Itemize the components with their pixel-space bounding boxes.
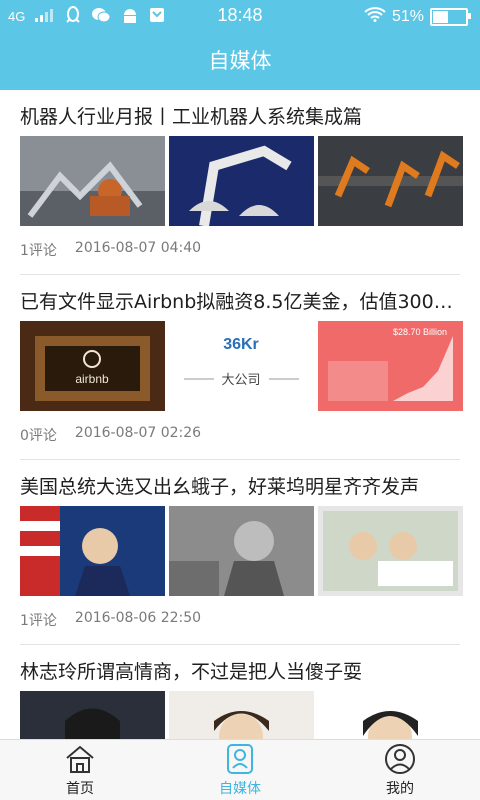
article-meta: 1评论 2016-08-07 04:40 [20, 240, 201, 260]
page-title: 自媒体 [0, 32, 480, 90]
bottom-tab-bar: 首页 自媒体 我的 [0, 739, 480, 800]
tab-profile[interactable]: 我的 [320, 740, 480, 800]
thumbnail-image[interactable] [169, 691, 314, 740]
thumbnail-image[interactable] [169, 136, 314, 226]
status-bar: 4G 18:48 51% [0, 0, 480, 32]
publish-time: 2016-08-06 22:50 [74, 610, 202, 626]
article-feed[interactable]: 机器人行业月报丨工业机器人系统集成篇 1评论 2016-08-07 04:40 … [0, 90, 480, 740]
article-title[interactable]: 林志玲所谓高情商，不过是把人当傻子耍 [20, 657, 460, 684]
tab-profile-label: 我的 [386, 781, 414, 797]
article-thumbnails [20, 691, 463, 740]
tab-home-label: 首页 [66, 781, 94, 797]
article-title[interactable]: 机器人行业月报丨工业机器人系统集成篇 [20, 102, 460, 129]
article-meta: 0评论 2016-08-07 02:26 [20, 425, 201, 445]
comment-count: 1评论 [20, 613, 57, 629]
thumbnail-image[interactable]: $28.70 Billion [318, 321, 463, 411]
article-thumbnails [20, 506, 463, 596]
battery-fill [433, 10, 449, 23]
billion-text: $28.70 Billion [393, 327, 447, 337]
tab-media[interactable]: 自媒体 [160, 740, 320, 800]
airbnb-logo-text: airbnb [75, 372, 109, 386]
article-item[interactable]: 机器人行业月报丨工业机器人系统集成篇 1评论 2016-08-07 04:40 [0, 90, 480, 275]
article-thumbnails: airbnb 36Kr 大公司 $28.70 Billion [20, 321, 463, 411]
thumbnail-image[interactable] [169, 506, 314, 596]
thumbnail-image[interactable] [318, 136, 463, 226]
dagongsi-text: 大公司 [221, 373, 260, 388]
article-thumbnails [20, 136, 463, 226]
profile-icon [385, 744, 415, 774]
battery-icon [430, 7, 471, 26]
status-right: 51% [364, 6, 471, 27]
article-meta: 1评论 2016-08-06 22:50 [20, 610, 201, 630]
thumbnail-image[interactable] [20, 506, 165, 596]
article-title[interactable]: 美国总统大选又出幺蛾子，好莱坞明星齐齐发声 [20, 472, 460, 499]
publish-time: 2016-08-07 04:40 [74, 240, 202, 256]
wifi-icon [364, 6, 386, 27]
media-icon [227, 744, 253, 774]
publish-time: 2016-08-07 02:26 [74, 425, 202, 441]
comment-count: 0评论 [20, 428, 57, 444]
article-item[interactable]: 林志玲所谓高情商，不过是把人当傻子耍 [0, 645, 480, 740]
article-title[interactable]: 已有文件显示Airbnb拟融资8.5亿美金，估值300亿美元 [20, 287, 460, 314]
thumbnail-image[interactable] [20, 136, 165, 226]
thumbnail-image[interactable]: airbnb [20, 321, 165, 411]
battery-percent: 51% [391, 7, 424, 25]
tab-media-label: 自媒体 [219, 781, 261, 797]
36kr-logo-text: 36Kr [223, 336, 259, 353]
thumbnail-image[interactable] [318, 506, 463, 596]
thumbnail-image[interactable] [318, 691, 463, 740]
comment-count: 1评论 [20, 243, 57, 259]
article-item[interactable]: 已有文件显示Airbnb拟融资8.5亿美金，估值300亿美元 airbnb 36… [0, 275, 480, 460]
thumbnail-image[interactable] [20, 691, 165, 740]
thumbnail-image[interactable]: 36Kr 大公司 [169, 321, 314, 411]
article-item[interactable]: 美国总统大选又出幺蛾子，好莱坞明星齐齐发声 1评论 2016-08-06 22:… [0, 460, 480, 645]
tab-home[interactable]: 首页 [0, 740, 160, 800]
home-icon [66, 745, 94, 773]
